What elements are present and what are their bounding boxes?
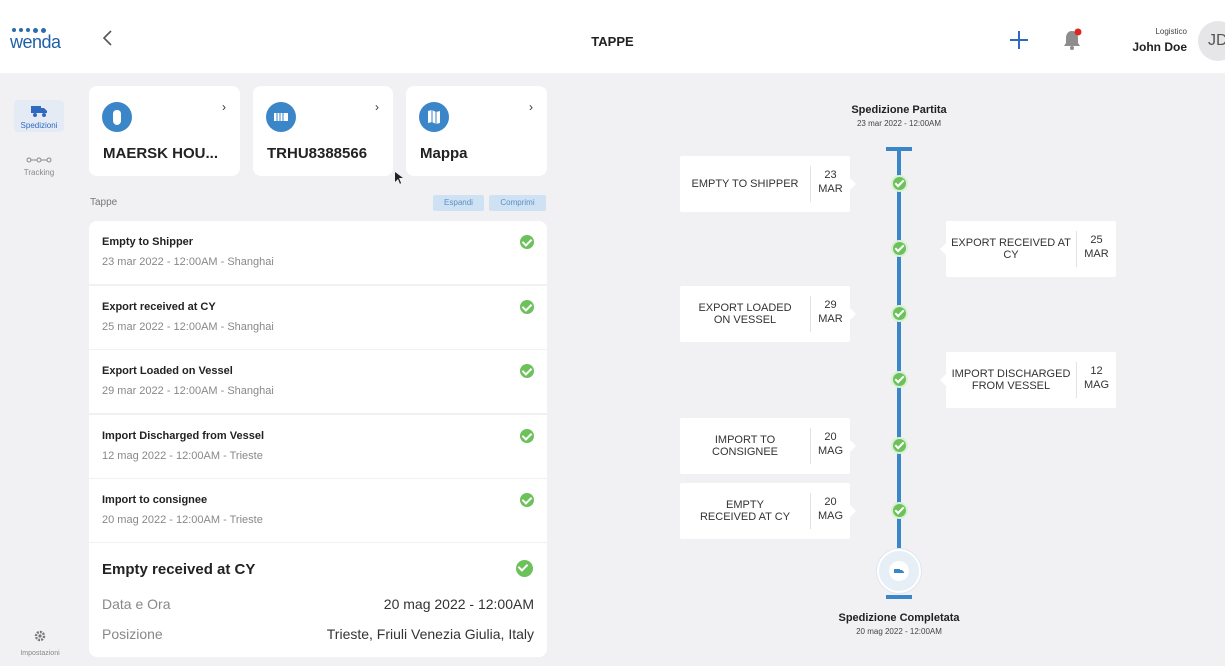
gear-icon	[34, 630, 46, 642]
chevron-right-icon: ›	[222, 100, 226, 114]
check-circle-icon	[520, 300, 534, 314]
stop-name: Export received at CY	[102, 301, 216, 313]
timeline-end-cap	[886, 595, 912, 599]
timeline-event-date: 20 MAG	[810, 493, 850, 529]
stop-item[interactable]: Export received at CY 25 mar 2022 - 12:0…	[89, 286, 547, 349]
stop-date: 12 mag 2022 - 12:00AM - Trieste	[102, 450, 263, 462]
timeline-event-date: 23 MAR	[810, 166, 850, 202]
timeline-event[interactable]: EXPORT RECEIVED AT CY 25 MAR	[940, 221, 1116, 277]
timeline-check-icon	[891, 175, 908, 192]
notification-bell-icon[interactable]	[1061, 28, 1083, 52]
user-role: Logistico	[1155, 27, 1187, 36]
truck-icon	[889, 561, 909, 581]
check-circle-icon	[520, 429, 534, 443]
timeline-check-icon	[891, 371, 908, 388]
stop-item[interactable]: Empty to Shipper 23 mar 2022 - 12:00AM -…	[89, 221, 547, 284]
timeline-check-icon	[891, 437, 908, 454]
map-icon	[419, 102, 449, 132]
timeline-event-label: IMPORT DISCHARGED FROM VESSEL	[951, 368, 1071, 392]
chevron-right-icon: ›	[529, 100, 533, 114]
top-bar: wenda TAPPE Logistico John Doe JD	[0, 0, 1225, 73]
timeline-truck-marker[interactable]	[877, 549, 921, 593]
add-icon[interactable]	[1008, 29, 1030, 51]
sidebar-item-spedizioni[interactable]: Spedizioni	[14, 100, 64, 132]
stop-name: Export Loaded on Vessel	[102, 365, 233, 377]
timeline-event-label: EXPORT RECEIVED AT CY	[951, 237, 1071, 261]
timeline-event-date: 29 MAR	[810, 296, 850, 332]
timeline-event-date: 12 MAG	[1076, 362, 1116, 398]
timeline-end: Spedizione Completata 20 mag 2022 - 12:0…	[799, 612, 999, 636]
timeline-event-date: 25 MAR	[1076, 231, 1116, 267]
date-label: Data e Ora	[102, 596, 171, 612]
timeline-check-icon	[891, 240, 908, 257]
timeline-event[interactable]: EMPTY TO SHIPPER 23 MAR	[680, 156, 856, 212]
position-label: Posizione	[102, 626, 163, 642]
timeline-event[interactable]: IMPORT TO CONSIGNEE 20 MAG	[680, 418, 856, 474]
stop-item[interactable]: Import to consignee 20 mag 2022 - 12:00A…	[89, 479, 547, 542]
check-circle-icon	[520, 235, 534, 249]
card-shipowner[interactable]: › MAERSK HOU...	[89, 86, 240, 176]
stop-item[interactable]: Export Loaded on Vessel 29 mar 2022 - 12…	[89, 350, 547, 413]
sidebar-item-tracking[interactable]: Tracking	[14, 151, 64, 179]
truck-icon	[31, 106, 47, 117]
page-title: TAPPE	[591, 34, 634, 49]
stop-date: 23 mar 2022 - 12:00AM - Shanghai	[102, 256, 274, 268]
timeline-event-label: EMPTY TO SHIPPER	[691, 178, 799, 190]
user-name: John Doe	[1132, 40, 1187, 54]
stop-item[interactable]: Import Discharged from Vessel 12 mag 202…	[89, 415, 547, 478]
timeline-event-label: EMPTY RECEIVED AT CY	[699, 499, 791, 523]
timeline-event[interactable]: EXPORT LOADED ON VESSEL 29 MAR	[680, 286, 856, 342]
timeline-event[interactable]: IMPORT DISCHARGED FROM VESSEL 12 MAG	[940, 352, 1116, 408]
chevron-right-icon: ›	[375, 100, 379, 114]
timeline-event[interactable]: EMPTY RECEIVED AT CY 20 MAG	[680, 483, 856, 539]
collapse-button[interactable]: Comprimi	[489, 195, 546, 211]
sidebar-item-settings[interactable]: Impostazioni	[15, 629, 65, 659]
stop-name: Empty to Shipper	[102, 236, 194, 248]
stop-name: Import to consignee	[102, 494, 208, 506]
date-value: 20 mag 2022 - 12:00AM	[383, 596, 534, 612]
timeline-start: Spedizione Partita 23 mar 2022 - 12:00AM	[799, 104, 999, 128]
timeline-start-title: Spedizione Partita	[851, 104, 947, 116]
timeline-end-title: Spedizione Completata	[838, 612, 960, 624]
sidebar-item-label: Impostazioni	[20, 650, 60, 657]
card-title: TRHU8388566	[267, 145, 368, 162]
check-circle-icon	[520, 493, 534, 507]
user-avatar[interactable]: JD	[1198, 21, 1225, 61]
timeline-check-icon	[891, 502, 908, 519]
sidebar-item-label: Spedizioni	[20, 121, 58, 130]
check-circle-icon	[520, 364, 534, 378]
stop-date: 29 mar 2022 - 12:00AM - Shanghai	[102, 385, 274, 397]
position-value: Trieste, Friuli Venezia Giulia, Italy	[326, 626, 534, 642]
shipowner-icon	[102, 102, 132, 132]
detail-title: Empty received at CY	[102, 561, 256, 578]
check-circle-icon	[516, 560, 533, 577]
timeline-event-label: EXPORT LOADED ON VESSEL	[698, 302, 792, 326]
tracking-icon	[26, 157, 52, 163]
stops-section-label: Tappe	[90, 197, 118, 208]
card-title: MAERSK HOU...	[103, 145, 219, 162]
timeline-event-date: 20 MAG	[810, 428, 850, 464]
stop-date: 20 mag 2022 - 12:00AM - Trieste	[102, 514, 263, 526]
sidebar-item-label: Tracking	[23, 168, 55, 177]
timeline-event-label: IMPORT TO CONSIGNEE	[712, 434, 779, 458]
stop-name: Import Discharged from Vessel	[102, 430, 264, 442]
card-map[interactable]: › Mappa	[406, 86, 547, 176]
stop-date: 25 mar 2022 - 12:00AM - Shanghai	[102, 321, 274, 333]
timeline-start-date: 23 mar 2022 - 12:00AM	[856, 119, 942, 128]
card-title: Mappa	[420, 145, 468, 162]
expand-button[interactable]: Espandi	[433, 195, 484, 211]
container-icon	[266, 102, 296, 132]
timeline-end-date: 20 mag 2022 - 12:00AM	[856, 627, 942, 636]
mouse-cursor-icon	[395, 172, 403, 184]
stop-detail-expanded[interactable]: Empty received at CY Data e Ora 20 mag 2…	[89, 543, 547, 657]
timeline-check-icon	[891, 305, 908, 322]
card-container[interactable]: › TRHU8388566	[253, 86, 393, 176]
sidebar: Spedizioni Tracking Impostazioni	[0, 73, 80, 666]
